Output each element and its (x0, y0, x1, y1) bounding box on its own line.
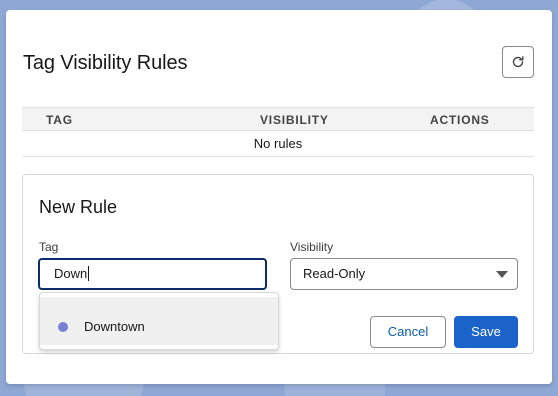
panel-title: Tag Visibility Rules (23, 52, 188, 74)
refresh-icon (512, 56, 524, 68)
new-rule-title: New Rule (39, 197, 118, 217)
empty-state-row: No rules (22, 131, 534, 157)
suggestion-item-downtown[interactable]: Downtown (40, 297, 278, 345)
visibility-select[interactable]: Read-Only (290, 258, 518, 290)
cancel-button[interactable]: Cancel (370, 316, 446, 348)
tag-suggestions-dropdown: Downtown (39, 292, 279, 350)
table-header: TAG VISIBILITY ACTIONS (22, 107, 534, 131)
visibility-select-value: Read-Only (303, 266, 366, 281)
text-cursor (88, 266, 90, 281)
chevron-down-icon (496, 271, 508, 278)
tag-input[interactable]: Down (38, 258, 267, 290)
column-header-visibility: VISIBILITY (260, 113, 329, 127)
suggestion-label: Downtown (84, 319, 145, 334)
column-header-actions: ACTIONS (430, 113, 490, 127)
save-button[interactable]: Save (454, 316, 518, 348)
tag-color-dot-icon (58, 322, 68, 332)
rules-table: TAG VISIBILITY ACTIONS No rules (22, 107, 534, 157)
tag-input-value: Down (54, 266, 88, 281)
tag-field-label: Tag (39, 240, 59, 254)
refresh-button[interactable] (502, 46, 534, 78)
column-header-tag: TAG (46, 113, 73, 127)
visibility-field-label: Visibility (290, 240, 334, 254)
